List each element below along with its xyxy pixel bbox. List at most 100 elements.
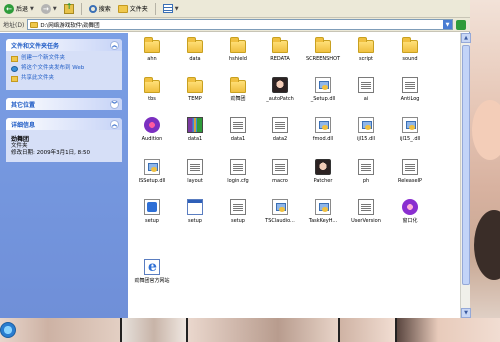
file-item[interactable]: fmod.dll [303, 117, 343, 142]
file-item[interactable]: REDATA [260, 37, 300, 62]
scroll-up-icon[interactable]: ▲ [461, 33, 471, 43]
collapse-icon[interactable]: ︽ [110, 40, 119, 50]
details-title: 详细信息 [11, 121, 36, 129]
file-item[interactable]: 劲舞团官方网站 [132, 259, 172, 284]
task-new-folder[interactable]: 创建一个新文件夹 [11, 55, 117, 62]
file-item[interactable]: setup [132, 199, 172, 224]
go-button[interactable] [456, 19, 466, 30]
file-item[interactable]: login.cfg [218, 159, 258, 184]
file-item[interactable]: ISSetup.dll [132, 159, 172, 184]
file-item[interactable]: data1 [218, 117, 258, 142]
file-item[interactable]: data [175, 37, 215, 62]
file-item[interactable]: data2 [260, 117, 300, 142]
desktop-app-icon[interactable] [0, 322, 16, 338]
file-item[interactable]: setup [175, 199, 215, 224]
address-input[interactable]: D:\网络游戏软件\劲舞团 ▼ [27, 19, 453, 30]
file-tasks-header[interactable]: 文件和文件夹任务 ︽ [6, 39, 122, 51]
file-list: ahn data hshield REDATA SCREENSHOT script soun… [128, 33, 460, 318]
doc-icon [402, 159, 418, 175]
file-item[interactable]: TaskKeyH... [303, 199, 343, 224]
file-item[interactable]: data1 [175, 117, 215, 142]
details-panel: 详细信息 ︽ 劲舞团 文件夹 修改日期: 2009年3月1日, 8:50 [6, 118, 122, 162]
file-item[interactable]: _Setup.dll [303, 77, 343, 102]
file-item[interactable]: script [346, 37, 386, 62]
details-header[interactable]: 详细信息 ︽ [6, 118, 122, 130]
file-item[interactable]: ai [346, 77, 386, 102]
folder-icon [230, 37, 246, 53]
file-name: UserVersion [351, 218, 381, 224]
file-name: ISSetup.dll [138, 178, 166, 184]
folder-icon [230, 77, 246, 93]
file-name: ai [363, 96, 369, 102]
folders-button[interactable]: 文件夹 [116, 2, 150, 16]
setup-icon [144, 199, 160, 215]
task-publish-web[interactable]: 将这个文件夹发布到 Web [11, 65, 117, 72]
doc-icon [402, 77, 418, 93]
search-button[interactable]: 搜索 [87, 2, 113, 16]
file-item[interactable]: ahn [132, 37, 172, 62]
file-item[interactable]: TEMP [175, 77, 215, 102]
file-item[interactable]: setup [218, 199, 258, 224]
file-item[interactable]: UserVersion [346, 199, 386, 224]
file-name: TSClaudio... [265, 218, 295, 224]
file-name: macro [272, 178, 288, 184]
doc-icon [230, 159, 246, 175]
file-item[interactable]: ijl15.dll [346, 117, 386, 142]
file-item[interactable]: ph [346, 159, 386, 184]
up-folder-button[interactable] [62, 2, 76, 16]
folder-icon [315, 37, 331, 53]
file-item[interactable]: SCREENSHOT [303, 37, 343, 62]
file-item[interactable]: sound [390, 37, 430, 62]
file-item[interactable]: Audition [132, 117, 172, 142]
forward-button[interactable]: → ▼ [39, 2, 59, 16]
views-button[interactable]: ▼ [161, 2, 181, 16]
vertical-scrollbar[interactable]: ▲ ▼ [460, 33, 471, 318]
file-item[interactable]: 窗口化 [390, 199, 430, 224]
file-tasks-panel: 文件和文件夹任务 ︽ 创建一个新文件夹 将这个文件夹发布到 Web 共享此文件夹 [6, 39, 122, 90]
file-item[interactable]: macro [260, 159, 300, 184]
file-tasks-title: 文件和文件夹任务 [11, 42, 60, 50]
file-name: _autoPatch [266, 96, 294, 102]
file-item[interactable]: TSClaudio... [260, 199, 300, 224]
file-name: SCREENSHOT [305, 56, 341, 62]
file-item[interactable]: _autoPatch [260, 77, 300, 102]
scroll-down-icon[interactable]: ▼ [461, 308, 471, 318]
folder-icon [144, 77, 160, 93]
task-label: 共享此文件夹 [21, 75, 55, 81]
file-name: REDATA [270, 56, 290, 62]
wallpaper-face [472, 100, 500, 160]
file-item[interactable]: AntiLog [390, 77, 430, 102]
file-name: ijl15_.dll [399, 136, 421, 142]
file-item[interactable]: ijl15_.dll [390, 117, 430, 142]
chevron-down-icon: ▼ [174, 5, 179, 12]
file-item[interactable]: layout [175, 159, 215, 184]
file-name: tbs [148, 96, 156, 102]
file-name: ahn [147, 56, 157, 62]
collapse-icon[interactable]: ︽ [110, 119, 119, 129]
task-share-folder[interactable]: 共享此文件夹 [11, 75, 117, 82]
file-name: setup [145, 218, 159, 224]
globe-icon [11, 66, 18, 72]
file-item[interactable]: hshield [218, 37, 258, 62]
expand-icon[interactable]: ︾ [110, 99, 119, 109]
doc-icon [358, 77, 374, 93]
back-button[interactable]: ← 后退 ▼ [2, 2, 36, 16]
file-item[interactable]: ReleaseIP [390, 159, 430, 184]
toolbar: ← 后退 ▼ → ▼ 搜索 文件夹 ▼ [0, 0, 470, 18]
scroll-thumb[interactable] [462, 45, 470, 285]
address-label: 地址(D) [3, 22, 25, 29]
doc-icon [230, 117, 246, 133]
folders-label: 文件夹 [129, 6, 148, 13]
other-places-header[interactable]: 其它位置 ︾ [6, 98, 122, 110]
chevron-down-icon[interactable]: ▼ [443, 20, 452, 29]
chevron-down-icon: ▼ [30, 5, 34, 12]
doc-icon [187, 159, 203, 175]
dll-icon [144, 159, 160, 175]
file-name: layout [187, 178, 203, 184]
file-name: hshield [229, 56, 247, 62]
file-item[interactable]: 劲舞团 [218, 77, 258, 102]
file-item[interactable]: Patcher [303, 159, 343, 184]
forward-arrow-icon: → [40, 3, 51, 14]
pink-icon [402, 199, 418, 215]
file-item[interactable]: tbs [132, 77, 172, 102]
